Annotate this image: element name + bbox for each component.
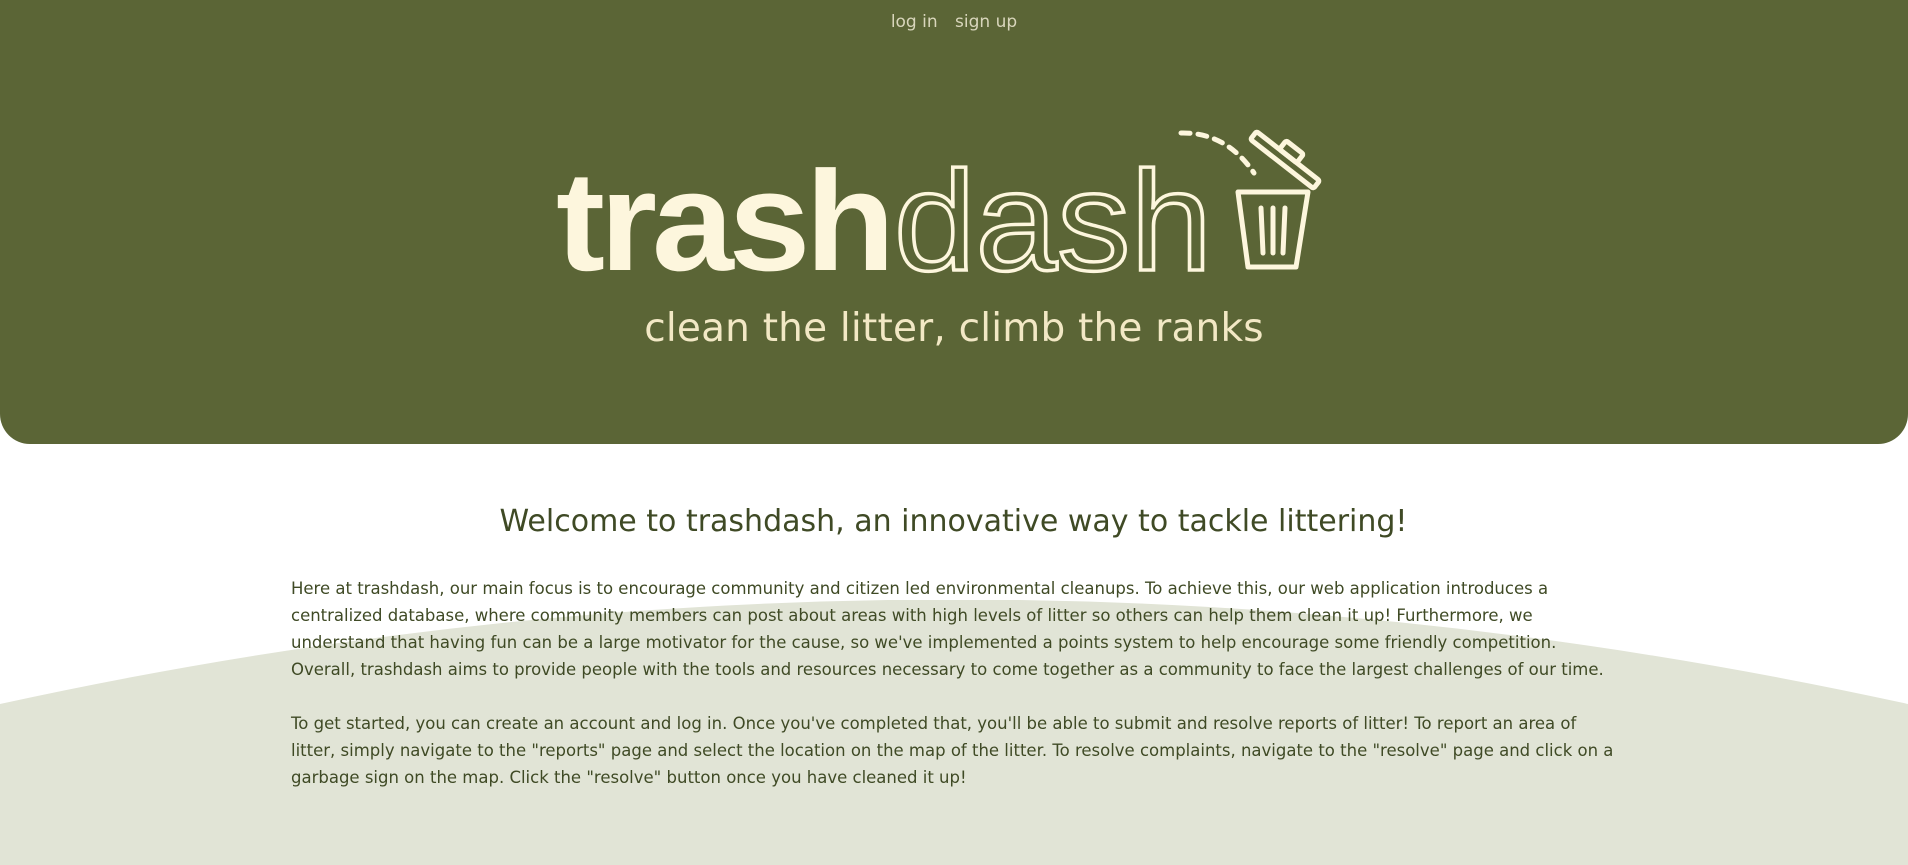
can-lid <box>1248 129 1322 191</box>
intro-paragraph: Here at trashdash, our main focus is to … <box>291 579 1604 679</box>
logo-word-bold: trash <box>556 142 890 280</box>
signup-link[interactable]: sign up <box>955 12 1017 32</box>
welcome-heading: Welcome to trashdash, an innovative way … <box>499 504 1408 539</box>
tagline: clean the litter, climb the ranks <box>644 306 1264 351</box>
login-link[interactable]: log in <box>891 12 938 32</box>
can-stripe-left <box>1258 205 1266 256</box>
can-stripe-right <box>1280 205 1288 256</box>
main-content: Welcome to trashdash, an innovative way … <box>291 504 1616 818</box>
trashdash-logo: trash dash <box>556 129 1322 280</box>
logo-word-outline: dash <box>894 142 1212 280</box>
getting-started-paragraph: To get started, you can create an accoun… <box>291 714 1614 787</box>
top-nav: log in sign up <box>0 12 1908 32</box>
hero-banner: log in sign up trash dash clean the litt… <box>0 0 1908 444</box>
page: log in sign up trash dash clean the litt… <box>0 0 1908 865</box>
